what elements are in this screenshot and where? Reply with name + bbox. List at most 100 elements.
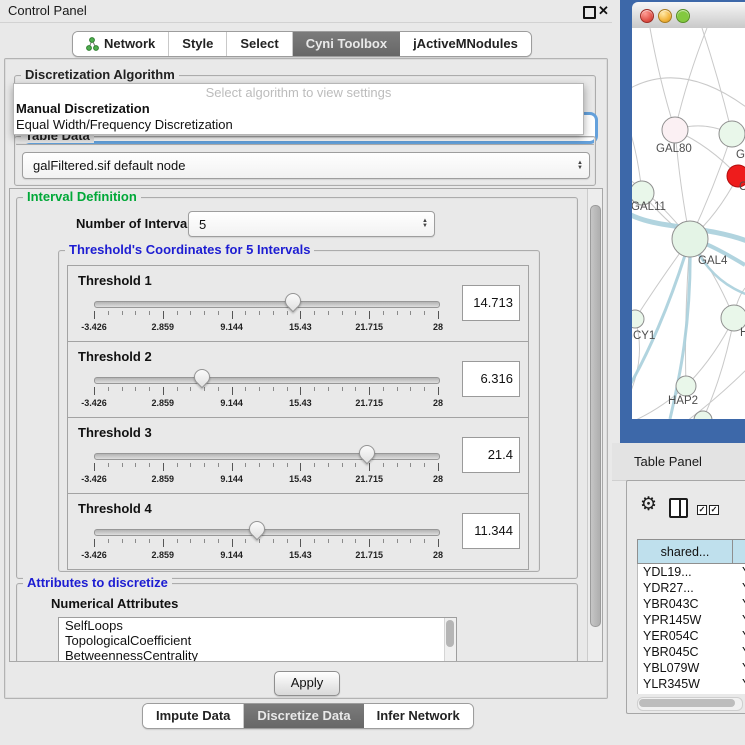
threshold-panel: Threshold 2-3.4262.8599.14415.4321.71528… (67, 341, 529, 418)
slider-track[interactable] (94, 377, 440, 384)
apply-button[interactable]: Apply (274, 671, 340, 696)
slider-tick (204, 311, 205, 315)
minimize-traffic-light-icon[interactable] (658, 9, 672, 23)
network-node[interactable] (719, 121, 745, 147)
slider-track[interactable] (94, 453, 440, 460)
network-node[interactable] (694, 411, 712, 419)
network-node-gal80[interactable] (662, 117, 688, 143)
attribute-list-item[interactable]: SelfLoops (59, 618, 456, 633)
network-window-titlebar[interactable] (632, 2, 745, 29)
tab-select[interactable]: Select (227, 32, 292, 56)
tab-network[interactable]: Network (73, 32, 169, 56)
network-edge[interactable] (702, 28, 732, 134)
network-edge[interactable] (632, 78, 745, 110)
slider-tick (177, 387, 178, 391)
slider-tick (273, 539, 274, 543)
attributes-scrollbar[interactable] (444, 618, 456, 662)
slider-tick (163, 387, 164, 395)
tab-impute-data[interactable]: Impute Data (143, 704, 244, 728)
slider-tick (438, 539, 439, 547)
close-icon[interactable]: ✕ (598, 2, 609, 20)
slider-tick-label: 28 (433, 322, 443, 332)
vertical-scrollbar[interactable] (587, 189, 602, 661)
threshold-value-field[interactable]: 6.316 (462, 361, 520, 397)
slider-tick-label: 15.43 (289, 474, 312, 484)
tab-infer-network[interactable]: Infer Network (364, 704, 473, 728)
scrollbar-thumb[interactable] (590, 205, 601, 627)
checkbox-checked-icon[interactable]: ✓ (697, 505, 707, 515)
table-row[interactable]: YIL052CYIL0 (638, 692, 745, 694)
node-label: HAP2 (668, 395, 698, 407)
tab-jactivemnodules[interactable]: jActiveMNodules (400, 32, 531, 56)
slider-tick (300, 311, 301, 319)
table-row[interactable]: YDL19...YDL1 (638, 564, 745, 580)
table-data-combo-value: galFiltered.sif default node (33, 153, 185, 178)
float-window-icon[interactable] (583, 6, 596, 19)
close-traffic-light-icon[interactable] (640, 9, 654, 23)
attribute-list-item[interactable]: BetweennessCentrality (59, 648, 456, 662)
numerical-attributes-list[interactable]: SelfLoopsTopologicalCoefficientBetweenne… (58, 617, 457, 662)
scrollbar-thumb[interactable] (639, 699, 735, 707)
slider-tick (300, 463, 301, 471)
slider-tick (135, 463, 136, 467)
slider-thumb[interactable] (355, 442, 378, 465)
slider-tick (163, 539, 164, 547)
slider-thumb[interactable] (282, 290, 305, 313)
table-row[interactable]: YBR045CYBR0 (638, 644, 745, 660)
slider-tick (259, 539, 260, 543)
interval-definition-group: Interval Definition Number of Intervals … (16, 197, 578, 579)
threshold-panel: Threshold 4-3.4262.8599.14415.4321.71528… (67, 493, 529, 570)
table-row[interactable]: YLR345WYLR3 (638, 676, 745, 692)
column-header[interactable]: na (733, 539, 745, 564)
table-row[interactable]: YPR145WYPR1 (638, 612, 745, 628)
group-title: Attributes to discretize (23, 576, 172, 590)
table-data-combo[interactable]: galFiltered.sif default node ▲▼ (22, 152, 590, 179)
table-row[interactable]: YER054CYER0 (638, 628, 745, 644)
checkbox-checked-icon[interactable]: ✓ (709, 505, 719, 515)
split-pane-icon[interactable] (669, 498, 688, 518)
network-canvas[interactable]: GAL80GACGAL11GAL4GCY1HHAP2 (632, 28, 745, 419)
slider-track[interactable] (94, 529, 440, 536)
column-header[interactable]: shared... (637, 539, 733, 564)
table-horizontal-scrollbar[interactable] (637, 697, 743, 711)
slider-tick (259, 311, 260, 315)
table-cell: YBL0 (737, 660, 745, 676)
threshold-value-field[interactable]: 21.4 (462, 437, 520, 473)
attribute-list-item[interactable]: TopologicalCoefficient (59, 633, 456, 648)
slider-thumb[interactable] (245, 518, 268, 541)
network-node-gal4[interactable] (672, 221, 708, 257)
slider-tick-label: 15.43 (289, 550, 312, 560)
stepper-arrows-icon: ▲▼ (577, 153, 583, 178)
network-edge[interactable] (703, 318, 734, 419)
tab-cyni-toolbox[interactable]: Cyni Toolbox (293, 32, 400, 56)
threshold-value-field[interactable]: 14.713 (462, 285, 520, 321)
table-panel-titlebar: Table Panel (612, 443, 745, 481)
zoom-traffic-light-icon[interactable] (676, 9, 690, 23)
gear-icon[interactable]: ⚙ (640, 495, 657, 515)
slider-tick-label: 2.859 (152, 474, 175, 484)
slider-thumb[interactable] (190, 366, 213, 389)
network-node-hap2[interactable] (676, 376, 696, 396)
threshold-value-field[interactable]: 11.344 (462, 513, 520, 549)
dropdown-option[interactable]: Equal Width/Frequency Discretization (14, 117, 583, 133)
slider-tick (94, 311, 95, 319)
tab-style[interactable]: Style (169, 32, 227, 56)
network-edge[interactable] (650, 28, 675, 130)
slider-tick-label: 21.715 (355, 550, 383, 560)
node-label: GA (736, 149, 745, 161)
dropdown-option[interactable]: Manual Discretization (14, 101, 583, 117)
threshold-label: Threshold 1 (78, 273, 152, 288)
number-of-intervals-combo[interactable]: 5 ▲▼ (188, 211, 435, 237)
slider-track[interactable] (94, 301, 440, 308)
node-label: GCY1 (632, 330, 655, 342)
network-node-gcy1[interactable] (632, 310, 644, 328)
slider-tick (232, 539, 233, 547)
table-row[interactable]: YBL079WYBL0 (638, 660, 745, 676)
table-row[interactable]: YDR27...YDR2 (638, 580, 745, 596)
table-cell: YPR145W (638, 612, 737, 628)
network-edge[interactable] (675, 28, 707, 130)
tab-discretize-data[interactable]: Discretize Data (244, 704, 363, 728)
group-title: Threshold's Coordinates for 5 Intervals (65, 243, 314, 257)
table-row[interactable]: YBR043CYBR0 (638, 596, 745, 612)
table-panel-body: ⚙ ✓ ✓ shared...na YDL19...YDL1YDR27...YD… (626, 480, 745, 714)
